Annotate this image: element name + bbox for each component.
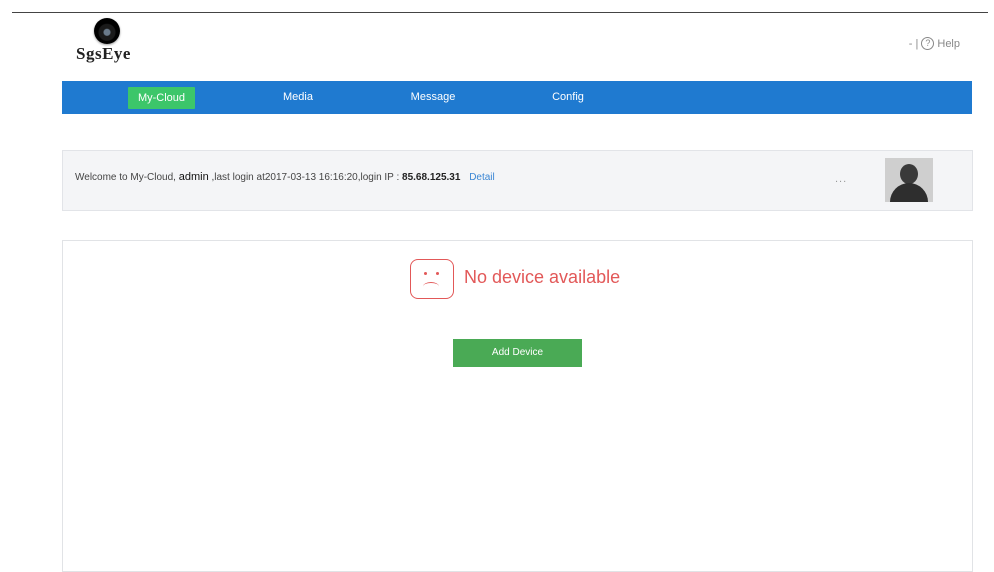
nav-tab-my-cloud[interactable]: My-Cloud xyxy=(128,87,195,109)
user-silhouette-icon xyxy=(900,164,918,184)
camera-lens-icon xyxy=(94,18,120,44)
top-divider xyxy=(12,12,988,13)
sad-face-icon xyxy=(410,259,454,299)
sad-face-eye-left xyxy=(424,272,427,275)
logo-text: SgsEye xyxy=(76,44,131,63)
login-ip: 85.68.125.31 xyxy=(402,172,461,183)
nav-tab-media[interactable]: Media xyxy=(268,81,328,114)
add-device-button[interactable]: Add Device xyxy=(453,339,582,367)
sad-face-mouth xyxy=(423,282,439,291)
sgseye-logo[interactable]: SgsEye xyxy=(76,18,156,68)
avatar[interactable] xyxy=(885,158,933,202)
empty-state-message: No device available xyxy=(464,267,621,287)
help-link[interactable]: Help xyxy=(937,38,960,50)
device-panel: No device available Add Device xyxy=(62,240,973,572)
help-area: - | ? Help xyxy=(909,37,960,50)
nav-tab-config[interactable]: Config xyxy=(538,81,598,114)
welcome-bar: Welcome to My-Cloud, admin ,last login a… xyxy=(62,150,973,211)
welcome-message: Welcome to My-Cloud, admin ,last login a… xyxy=(75,171,495,183)
main-nav: My-Cloud Media Message Config xyxy=(62,81,972,114)
sad-face-eye-right xyxy=(436,272,439,275)
question-circle-icon[interactable]: ? xyxy=(921,37,935,50)
last-login-info: ,last login at2017-03-13 16:16:20,login … xyxy=(211,172,400,183)
user-silhouette-body xyxy=(890,183,928,202)
welcome-prefix: Welcome to My-Cloud, xyxy=(75,172,176,183)
detail-link[interactable]: Detail xyxy=(469,172,495,183)
help-separator: - | xyxy=(908,37,919,50)
username: admin xyxy=(178,171,209,183)
more-options-button[interactable]: ... xyxy=(835,173,847,185)
nav-tab-message[interactable]: Message xyxy=(398,81,468,114)
